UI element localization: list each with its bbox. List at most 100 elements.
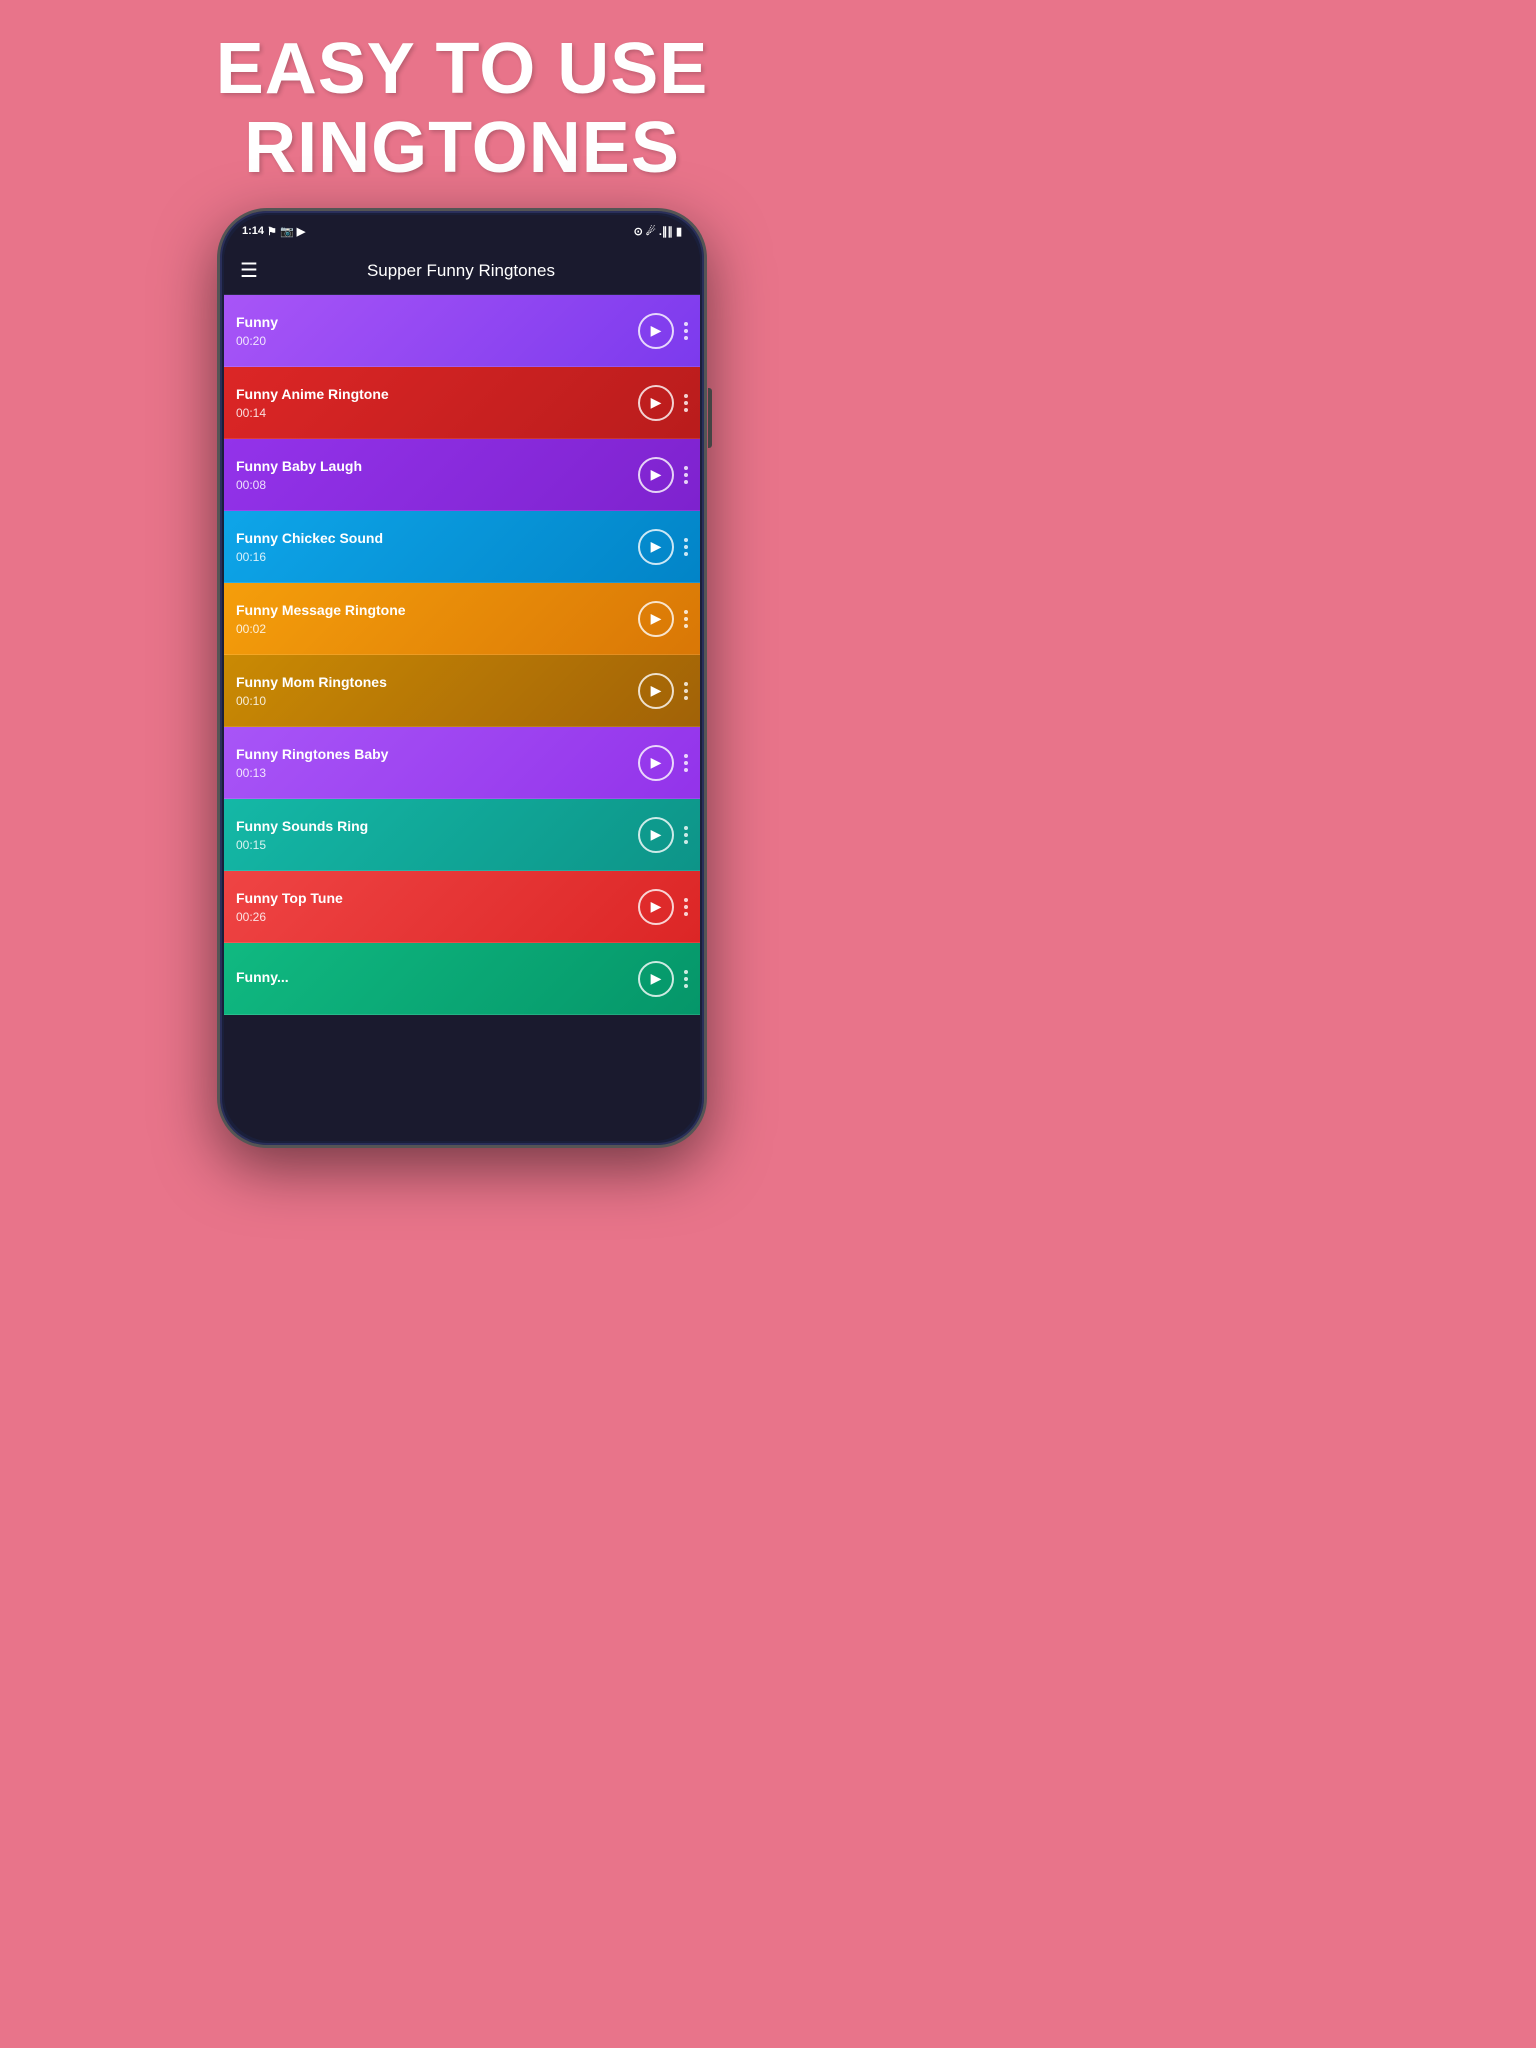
side-button [708, 388, 712, 448]
ringtone-info: Funny 00:20 [236, 314, 638, 348]
more-dot [684, 408, 688, 412]
status-left: 1:14 ⚑ 📷 ▶ [242, 225, 305, 238]
ringtone-controls: ▶ [638, 817, 688, 853]
more-dot [684, 977, 688, 981]
more-dot [684, 970, 688, 974]
ringtone-controls: ▶ [638, 529, 688, 565]
ringtone-controls: ▶ [638, 313, 688, 349]
more-dot [684, 833, 688, 837]
ringtone-name: Funny... [236, 969, 638, 985]
ringtone-duration: 00:15 [236, 838, 638, 852]
ringtone-controls: ▶ [638, 673, 688, 709]
more-button[interactable] [684, 394, 688, 412]
status-right: ⊙ ☄ .∥∥ ▮ [634, 225, 682, 238]
ringtone-controls: ▶ [638, 961, 688, 997]
ringtone-duration: 00:02 [236, 622, 638, 636]
more-button[interactable] [684, 898, 688, 916]
more-dot [684, 545, 688, 549]
more-button[interactable] [684, 682, 688, 700]
ringtone-item: Funny Baby Laugh 00:08 ▶ [224, 439, 700, 511]
more-dot [684, 394, 688, 398]
ringtone-item: Funny Top Tune 00:26 ▶ [224, 871, 700, 943]
headline-line2: RINGTONES [244, 108, 680, 188]
ringtone-name: Funny [236, 314, 638, 330]
play-button[interactable]: ▶ [638, 457, 674, 493]
more-button[interactable] [684, 538, 688, 556]
more-dot [684, 552, 688, 556]
more-dot [684, 754, 688, 758]
ringtone-controls: ▶ [638, 745, 688, 781]
more-button[interactable] [684, 754, 688, 772]
play-button[interactable]: ▶ [638, 817, 674, 853]
ringtone-controls: ▶ [638, 601, 688, 637]
ringtone-name: Funny Message Ringtone [236, 602, 638, 618]
ringtone-name: Funny Anime Ringtone [236, 386, 638, 402]
ringtone-name: Funny Baby Laugh [236, 458, 638, 474]
app-bar: ☰ Supper Funny Ringtones [224, 247, 700, 295]
play-button[interactable]: ▶ [638, 961, 674, 997]
ringtone-duration: 00:20 [236, 334, 638, 348]
play-button[interactable]: ▶ [638, 601, 674, 637]
more-dot [684, 538, 688, 542]
ringtone-name: Funny Mom Ringtones [236, 674, 638, 690]
ringtone-info: Funny Ringtones Baby 00:13 [236, 746, 638, 780]
signal-icons: ⊙ ☄ .∥∥ ▮ [634, 225, 682, 238]
play-button[interactable]: ▶ [638, 889, 674, 925]
ringtone-info: Funny Chickec Sound 00:16 [236, 530, 638, 564]
app-title: Supper Funny Ringtones [270, 261, 652, 281]
status-icons: ⚑ 📷 ▶ [267, 225, 305, 238]
more-button[interactable] [684, 322, 688, 340]
play-button[interactable]: ▶ [638, 385, 674, 421]
ringtone-controls: ▶ [638, 385, 688, 421]
ringtone-duration: 00:16 [236, 550, 638, 564]
more-dot [684, 905, 688, 909]
ringtone-item: Funny Ringtones Baby 00:13 ▶ [224, 727, 700, 799]
more-dot [684, 617, 688, 621]
hamburger-icon[interactable]: ☰ [240, 258, 258, 283]
ringtone-item: Funny Message Ringtone 00:02 ▶ [224, 583, 700, 655]
ringtone-duration: 00:08 [236, 478, 638, 492]
ringtone-duration: 00:14 [236, 406, 638, 420]
ringtone-info: Funny Sounds Ring 00:15 [236, 818, 638, 852]
play-button[interactable]: ▶ [638, 745, 674, 781]
ringtone-item: Funny Chickec Sound 00:16 ▶ [224, 511, 700, 583]
play-button[interactable]: ▶ [638, 529, 674, 565]
phone-inner: 1:14 ⚑ 📷 ▶ ⊙ ☄ .∥∥ ▮ ☰ Supper Funny Ring… [224, 215, 700, 1141]
ringtone-duration: 00:26 [236, 910, 638, 924]
more-dot [684, 689, 688, 693]
ringtone-item: Funny Anime Ringtone 00:14 ▶ [224, 367, 700, 439]
ringtone-name: Funny Sounds Ring [236, 818, 638, 834]
ringtone-info: Funny Top Tune 00:26 [236, 890, 638, 924]
ringtone-item: Funny Mom Ringtones 00:10 ▶ [224, 655, 700, 727]
ringtone-name: Funny Ringtones Baby [236, 746, 638, 762]
more-dot [684, 898, 688, 902]
more-button[interactable] [684, 610, 688, 628]
ringtone-list: Funny 00:20 ▶ Funny Anime Ringtone 00:14… [224, 295, 700, 1141]
more-button[interactable] [684, 466, 688, 484]
more-button[interactable] [684, 826, 688, 844]
ringtone-info: Funny Anime Ringtone 00:14 [236, 386, 638, 420]
headline: EASY TO USE RINGTONES [216, 30, 709, 188]
more-dot [684, 840, 688, 844]
more-dot [684, 826, 688, 830]
more-dot [684, 768, 688, 772]
time-display: 1:14 [242, 225, 264, 237]
more-dot [684, 682, 688, 686]
ringtone-name: Funny Top Tune [236, 890, 638, 906]
play-button[interactable]: ▶ [638, 673, 674, 709]
ringtone-duration: 00:10 [236, 694, 638, 708]
more-dot [684, 761, 688, 765]
ringtone-item: Funny 00:20 ▶ [224, 295, 700, 367]
more-dot [684, 610, 688, 614]
ringtone-info: Funny Mom Ringtones 00:10 [236, 674, 638, 708]
ringtone-item: Funny Sounds Ring 00:15 ▶ [224, 799, 700, 871]
ringtone-item: Funny... ▶ [224, 943, 700, 1015]
phone-wrapper: 1:14 ⚑ 📷 ▶ ⊙ ☄ .∥∥ ▮ ☰ Supper Funny Ring… [217, 208, 707, 1148]
headline-line1: EASY TO USE [216, 29, 709, 109]
more-dot [684, 624, 688, 628]
ringtone-duration: 00:13 [236, 766, 638, 780]
more-dot [684, 696, 688, 700]
more-dot [684, 401, 688, 405]
more-button[interactable] [684, 970, 688, 988]
play-button[interactable]: ▶ [638, 313, 674, 349]
